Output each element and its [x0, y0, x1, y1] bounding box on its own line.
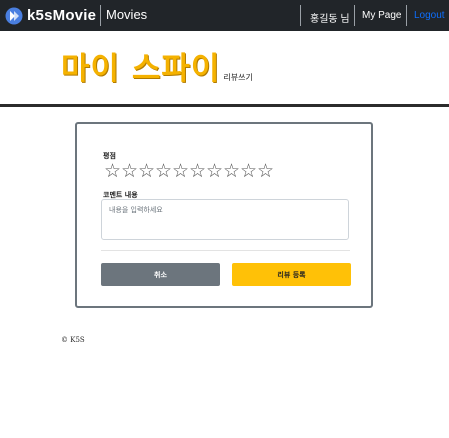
star-6[interactable]: ☆ — [189, 161, 206, 181]
nav-mypage-link[interactable]: My Page — [362, 10, 401, 21]
top-navbar: k5sMovie Movies 홍길동 님 My Page Logout — [0, 0, 449, 31]
star-7[interactable]: ☆ — [206, 161, 223, 181]
star-5[interactable]: ☆ — [172, 161, 189, 181]
movie-title: 마이 스파이 — [61, 51, 221, 87]
form-divider — [101, 250, 350, 251]
star-1[interactable]: ☆ — [104, 161, 121, 181]
footer-copyright: © K5S — [61, 336, 85, 344]
brand-logo-icon — [5, 7, 23, 24]
nav-divider — [300, 5, 301, 26]
star-rating: ☆ ☆ ☆ ☆ ☆ ☆ ☆ ☆ ☆ ☆ — [104, 161, 274, 181]
user-greeting: 홍길동 님 — [310, 14, 350, 25]
submit-review-button[interactable]: 리뷰 등록 — [232, 263, 351, 286]
review-form-card: 평점 ☆ ☆ ☆ ☆ ☆ ☆ ☆ ☆ ☆ ☆ 코멘트 내용 취소 리뷰 등록 — [75, 122, 373, 308]
page-subtitle: 리뷰쓰기 — [223, 73, 253, 82]
star-3[interactable]: ☆ — [138, 161, 155, 181]
nav-divider — [406, 5, 407, 26]
nav-divider — [100, 5, 101, 26]
nav-movies-link[interactable]: Movies — [106, 7, 147, 22]
brand-link[interactable]: k5sMovie — [5, 5, 96, 26]
star-4[interactable]: ☆ — [155, 161, 172, 181]
comment-textarea[interactable] — [101, 199, 349, 240]
star-8[interactable]: ☆ — [223, 161, 240, 181]
brand-name: k5sMovie — [27, 7, 97, 24]
page-header: 마이 스파이 리뷰쓰기 — [61, 52, 253, 86]
header-rule — [0, 104, 449, 107]
star-9[interactable]: ☆ — [240, 161, 257, 181]
cancel-button[interactable]: 취소 — [101, 263, 220, 286]
star-10[interactable]: ☆ — [257, 161, 274, 181]
nav-logout-link[interactable]: Logout — [414, 10, 445, 21]
star-2[interactable]: ☆ — [121, 161, 138, 181]
nav-divider — [354, 5, 355, 26]
